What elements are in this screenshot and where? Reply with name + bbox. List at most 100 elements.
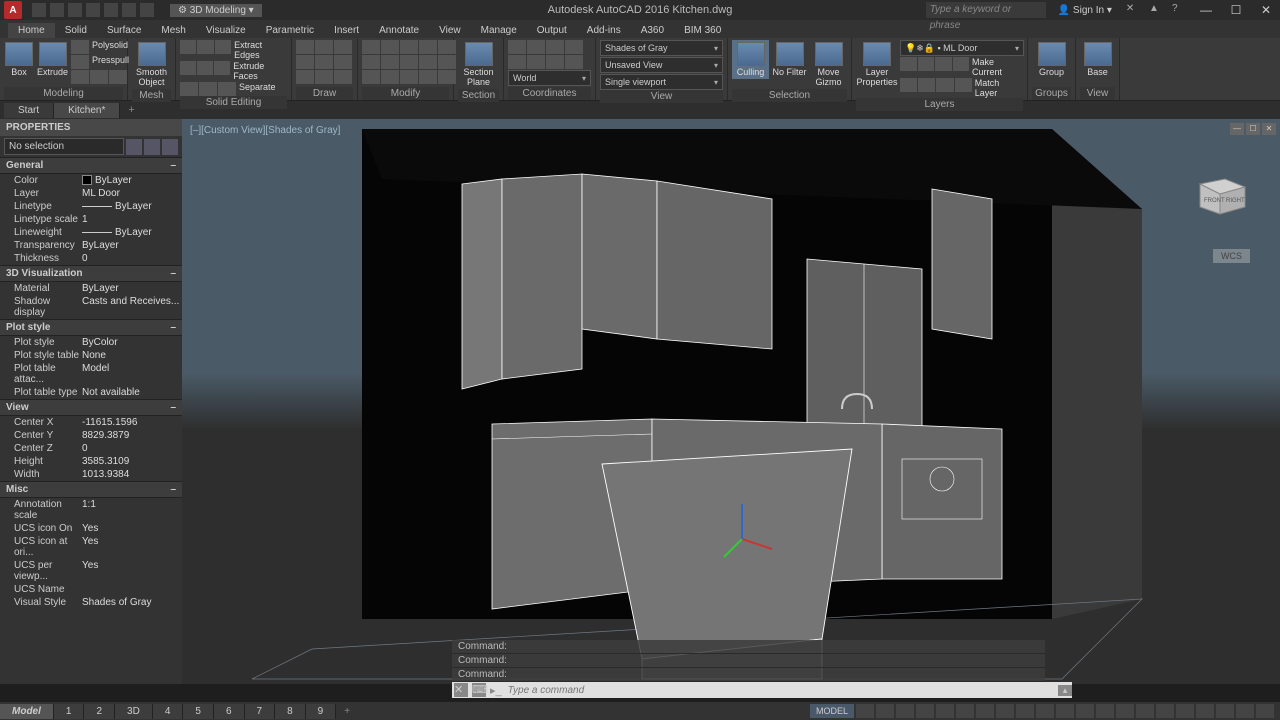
subtract-button[interactable] — [197, 40, 213, 54]
selection-dropdown[interactable]: No selection — [4, 138, 124, 155]
status-annoscale-icon[interactable] — [1076, 704, 1094, 718]
status-lineweight-icon[interactable] — [1016, 704, 1034, 718]
rotate-button[interactable] — [381, 40, 399, 54]
status-grid-icon[interactable] — [856, 704, 874, 718]
layer-uniso-button[interactable] — [918, 78, 935, 92]
trim-button[interactable] — [400, 40, 418, 54]
ribbon-tab-output[interactable]: Output — [527, 23, 577, 38]
ucs-obj-button[interactable] — [565, 55, 583, 69]
layout-tab[interactable]: 1 — [54, 704, 85, 719]
prop-plotstyle-value[interactable]: ByColor — [82, 337, 182, 348]
close-button[interactable]: ✕ — [1252, 0, 1280, 20]
ribbon-tab-bim360[interactable]: BIM 360 — [674, 23, 731, 38]
prop-annoscale-value[interactable]: 1:1 — [82, 499, 182, 521]
qat-new-icon[interactable] — [32, 3, 46, 17]
group-general[interactable]: General– — [0, 157, 182, 174]
help-icon[interactable]: ? — [1172, 3, 1188, 19]
status-model[interactable]: MODEL — [810, 704, 854, 718]
status-cycling-icon[interactable] — [1056, 704, 1074, 718]
status-ortho-icon[interactable] — [896, 704, 914, 718]
loft-button[interactable] — [109, 70, 127, 84]
layout-tab[interactable]: 7 — [245, 704, 276, 719]
viewcube[interactable]: FRONT RIGHT — [1190, 169, 1250, 219]
fillet-button[interactable] — [400, 55, 418, 69]
explode-button[interactable] — [419, 55, 437, 69]
prop-ptattach-value[interactable]: Model — [82, 363, 182, 385]
smooth-object-button[interactable]: Smooth Object — [132, 40, 171, 89]
layout-tab-model[interactable]: Model — [0, 704, 54, 719]
workspace-dropdown[interactable]: ⚙ 3D Modeling ▾ — [170, 4, 262, 17]
array-button[interactable] — [400, 70, 418, 84]
group-view[interactable]: View– — [0, 399, 182, 416]
prop-material-value[interactable]: ByLayer — [82, 283, 182, 294]
prop-ltscale-value[interactable]: 1 — [82, 214, 182, 225]
status-units-icon[interactable] — [1136, 704, 1154, 718]
viewport[interactable]: [–][Custom View][Shades of Gray] — ☐ ✕ — [182, 119, 1280, 684]
extrude-button[interactable]: Extrude — [36, 40, 69, 79]
sweep-button[interactable] — [90, 70, 108, 84]
status-isolate-icon[interactable] — [1196, 704, 1214, 718]
layer-off-button[interactable] — [900, 57, 917, 71]
prop-color-value[interactable]: ByLayer — [82, 175, 182, 186]
ucs-z-button[interactable] — [565, 40, 583, 54]
qat-save-icon[interactable] — [68, 3, 82, 17]
move-gizmo-button[interactable]: Move Gizmo — [810, 40, 847, 89]
doctab-start[interactable]: Start — [4, 103, 54, 118]
status-lockui-icon[interactable] — [1176, 704, 1194, 718]
layout-tab[interactable]: 9 — [306, 704, 337, 719]
ucs-origin-button[interactable] — [546, 55, 564, 69]
status-workspace-icon[interactable] — [1096, 704, 1114, 718]
status-polar-icon[interactable] — [916, 704, 934, 718]
prop-layer-value[interactable]: ML Door — [82, 188, 182, 199]
qat-undo-icon[interactable] — [122, 3, 136, 17]
no-filter-button[interactable]: No Filter — [771, 40, 808, 79]
group-button[interactable]: Group — [1032, 40, 1071, 79]
panel-groups-label[interactable]: Groups — [1032, 87, 1071, 100]
panel-coords-label[interactable]: Coordinates — [508, 87, 591, 100]
prop-transparency-value[interactable]: ByLayer — [82, 240, 182, 251]
hatch-button[interactable] — [296, 70, 314, 84]
panel-section-label[interactable]: Section — [458, 89, 499, 102]
layout-tab[interactable]: 5 — [183, 704, 214, 719]
copy-button[interactable] — [362, 55, 380, 69]
layer-freeze-button[interactable] — [918, 57, 935, 71]
ribbon-tab-insert[interactable]: Insert — [324, 23, 369, 38]
prop-ucsname-value[interactable] — [82, 584, 182, 595]
ucs-y-button[interactable] — [546, 40, 564, 54]
prop-centerx-value[interactable]: -11615.1596 — [82, 417, 182, 428]
prop-pstable-value[interactable]: None — [82, 350, 182, 361]
layout-tab[interactable]: 4 — [153, 704, 184, 719]
doctab-kitchen[interactable]: Kitchen* — [54, 103, 120, 118]
ucs-3p-button[interactable] — [508, 55, 526, 69]
polyline-button[interactable] — [315, 40, 333, 54]
status-osnap-icon[interactable] — [936, 704, 954, 718]
layer-properties-button[interactable]: Layer Properties — [856, 40, 898, 89]
rectangle-button[interactable] — [315, 55, 333, 69]
group-plot[interactable]: Plot style– — [0, 319, 182, 336]
app-logo-icon[interactable]: A — [4, 1, 22, 19]
panel-layers-label[interactable]: Layers — [856, 98, 1023, 111]
ucs-button[interactable] — [508, 40, 526, 54]
quick-select-icon[interactable] — [126, 139, 142, 155]
ribbon-tab-parametric[interactable]: Parametric — [256, 23, 324, 38]
maximize-button[interactable]: ☐ — [1222, 0, 1250, 20]
spline-button[interactable] — [315, 70, 333, 84]
ucs-x-button[interactable] — [527, 40, 545, 54]
prop-width-value[interactable]: 1013.9384 — [82, 469, 182, 480]
prop-linetype-value[interactable]: ByLayer — [82, 201, 182, 212]
arc-button[interactable] — [296, 55, 314, 69]
erase-button[interactable] — [419, 40, 437, 54]
qat-open-icon[interactable] — [50, 3, 64, 17]
prop-ucsicon-value[interactable]: Yes — [82, 523, 182, 534]
status-transparency-icon[interactable] — [1036, 704, 1054, 718]
ribbon-tab-annotate[interactable]: Annotate — [369, 23, 429, 38]
cmd-customize-icon[interactable]: ⌨ — [472, 683, 486, 697]
layout-tab[interactable]: 8 — [275, 704, 306, 719]
slice-button[interactable] — [197, 61, 213, 75]
extract-edges-button[interactable] — [215, 40, 231, 54]
group-misc[interactable]: Misc– — [0, 481, 182, 498]
exchange-icon[interactable]: ✕ — [1126, 3, 1142, 19]
panel-modify-label[interactable]: Modify — [362, 87, 449, 100]
qat-redo-icon[interactable] — [140, 3, 154, 17]
panel-mesh-label[interactable]: Mesh — [132, 89, 171, 102]
